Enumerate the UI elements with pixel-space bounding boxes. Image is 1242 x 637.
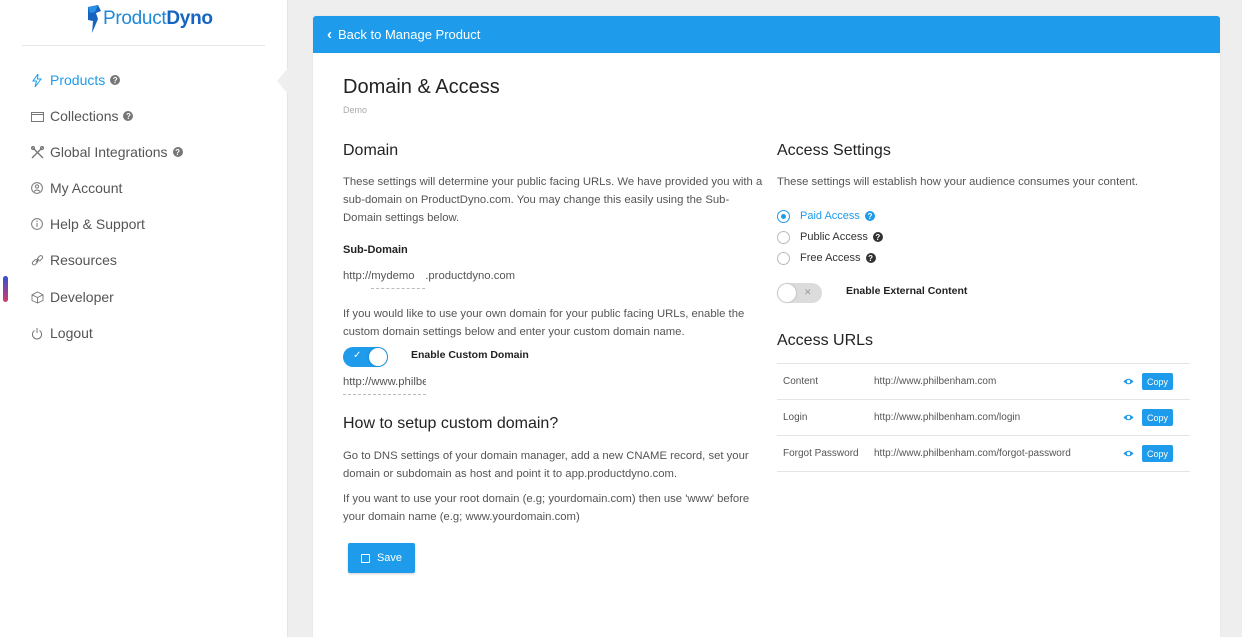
access-settings-description: These settings will establish how your a… bbox=[777, 176, 1139, 188]
tools-icon bbox=[30, 145, 44, 159]
external-content-toggle[interactable]: ✕ bbox=[777, 283, 822, 303]
sidebar: ProductDyno Products ? Collections ? Glo… bbox=[0, 0, 288, 637]
custom-domain-description: If you would like to use your own domain… bbox=[343, 308, 745, 338]
help-icon[interactable]: ? bbox=[172, 147, 183, 157]
access-urls-table: Content http://www.philbenham.com Copy L… bbox=[777, 363, 1190, 472]
radio-free-access[interactable]: Free Access ? bbox=[777, 250, 876, 266]
access-settings-heading: Access Settings bbox=[777, 142, 891, 159]
copy-button[interactable]: Copy bbox=[1142, 445, 1173, 462]
radio-label: Public Access bbox=[800, 231, 868, 243]
sidebar-item-label: My Account bbox=[50, 180, 123, 196]
sidebar-item-global-integrations[interactable]: Global Integrations ? bbox=[30, 141, 183, 163]
back-link[interactable]: ‹ Back to Manage Product bbox=[313, 16, 1220, 53]
close-icon: ✕ bbox=[804, 287, 812, 297]
domain-description: These settings will determine your publi… bbox=[343, 176, 763, 224]
domain-heading: Domain bbox=[343, 142, 399, 159]
radio-paid-access[interactable]: Paid Access ? bbox=[777, 208, 875, 224]
radio-button[interactable] bbox=[777, 251, 790, 265]
sidebar-item-logout[interactable]: Logout bbox=[30, 322, 93, 344]
radio-public-access[interactable]: Public Access ? bbox=[777, 229, 883, 245]
toggle-knob bbox=[369, 348, 387, 366]
sidebar-item-label: Global Integrations bbox=[50, 144, 168, 160]
sidebar-item-developer[interactable]: Developer bbox=[30, 286, 114, 308]
subdomain-field: http://mydemo .productdyno.com bbox=[343, 267, 515, 289]
radio-label: Paid Access bbox=[800, 210, 860, 222]
sidebar-item-help-support[interactable]: Help & Support bbox=[30, 213, 145, 235]
save-icon bbox=[360, 553, 370, 563]
page-subtitle: Demo bbox=[343, 105, 368, 115]
bolt-icon bbox=[30, 73, 44, 87]
folder-icon bbox=[30, 109, 44, 123]
url-value: http://www.philbenham.com/login bbox=[874, 412, 1021, 423]
sidebar-item-label: Products bbox=[50, 72, 106, 88]
custom-domain-toggle-label: Enable Custom Domain bbox=[411, 349, 529, 361]
setup-instructions: Go to DNS settings of your domain manage… bbox=[343, 450, 749, 480]
table-row: Content http://www.philbenham.com Copy bbox=[777, 364, 1190, 400]
access-urls-heading: Access URLs bbox=[777, 332, 874, 349]
external-content-toggle-label: Enable External Content bbox=[846, 285, 968, 297]
cube-icon bbox=[30, 290, 44, 304]
help-icon[interactable]: ? bbox=[123, 111, 134, 121]
url-label: Content bbox=[783, 376, 819, 387]
help-icon[interactable]: ? bbox=[865, 253, 876, 263]
info-circle-icon bbox=[30, 217, 44, 231]
table-row: Forgot Password http://www.philbenham.co… bbox=[777, 436, 1190, 472]
eye-icon[interactable] bbox=[1123, 413, 1134, 422]
custom-domain-field[interactable]: http://www.philben bbox=[343, 373, 426, 401]
sidebar-item-products[interactable]: Products ? bbox=[30, 69, 121, 91]
sidebar-item-label: Help & Support bbox=[50, 216, 145, 232]
radio-button[interactable] bbox=[777, 209, 790, 223]
help-icon[interactable]: ? bbox=[110, 75, 121, 85]
eye-icon[interactable] bbox=[1123, 449, 1134, 458]
custom-domain-input[interactable]: http://www.philben bbox=[343, 373, 426, 395]
subdomain-label: Sub-Domain bbox=[343, 244, 408, 256]
copy-button[interactable]: Copy bbox=[1142, 373, 1173, 390]
setup-root-domain-note: If you want to use your root domain (e.g… bbox=[343, 493, 750, 523]
user-circle-icon bbox=[30, 181, 44, 195]
sidebar-item-my-account[interactable]: My Account bbox=[30, 177, 122, 199]
logo[interactable]: ProductDyno bbox=[86, 5, 213, 33]
eye-icon[interactable] bbox=[1123, 377, 1134, 386]
power-icon bbox=[30, 326, 44, 340]
url-value: http://www.philbenham.com/forgot-passwor… bbox=[874, 448, 1071, 459]
sidebar-item-label: Resources bbox=[50, 252, 117, 268]
logo-mark-icon bbox=[88, 5, 101, 33]
url-label: Forgot Password bbox=[783, 448, 859, 459]
check-icon: ✓ bbox=[353, 350, 362, 361]
sidebar-item-label: Logout bbox=[50, 325, 93, 341]
url-label: Login bbox=[783, 412, 808, 423]
save-button-label: Save bbox=[376, 552, 403, 564]
main-panel: ‹ Back to Manage Product Domain & Access… bbox=[313, 16, 1220, 637]
save-button[interactable]: Save bbox=[348, 543, 415, 573]
back-link-label: Back to Manage Product bbox=[338, 27, 481, 42]
chevron-left-icon: ‹ bbox=[327, 26, 332, 43]
copy-button[interactable]: Copy bbox=[1142, 409, 1173, 426]
subdomain-suffix: .productdyno.com bbox=[425, 270, 516, 282]
sidebar-item-resources[interactable]: Resources bbox=[30, 249, 117, 271]
active-indicator bbox=[277, 68, 288, 94]
table-row: Login http://www.philbenham.com/login Co… bbox=[777, 400, 1190, 436]
logo-text: ProductDyno bbox=[103, 8, 213, 29]
radio-label: Free Access bbox=[800, 252, 861, 264]
sidebar-item-label: Collections bbox=[50, 108, 119, 124]
sidebar-item-label: Developer bbox=[50, 289, 114, 305]
url-value: http://www.philbenham.com bbox=[874, 376, 997, 387]
scroll-indicator[interactable] bbox=[3, 276, 8, 302]
sidebar-item-collections[interactable]: Collections ? bbox=[30, 105, 134, 127]
logo-divider bbox=[22, 45, 265, 46]
subdomain-prefix: http:// bbox=[343, 270, 372, 282]
custom-domain-toggle[interactable]: ✓ bbox=[343, 347, 388, 367]
radio-button[interactable] bbox=[777, 230, 790, 244]
subdomain-input[interactable]: mydemo bbox=[371, 267, 426, 289]
setup-heading: How to setup custom domain? bbox=[343, 415, 559, 432]
help-icon[interactable]: ? bbox=[864, 211, 875, 221]
help-icon[interactable]: ? bbox=[872, 232, 883, 242]
link-icon bbox=[30, 253, 44, 267]
toggle-knob bbox=[778, 284, 796, 302]
page-title: Domain & Access bbox=[343, 76, 500, 98]
